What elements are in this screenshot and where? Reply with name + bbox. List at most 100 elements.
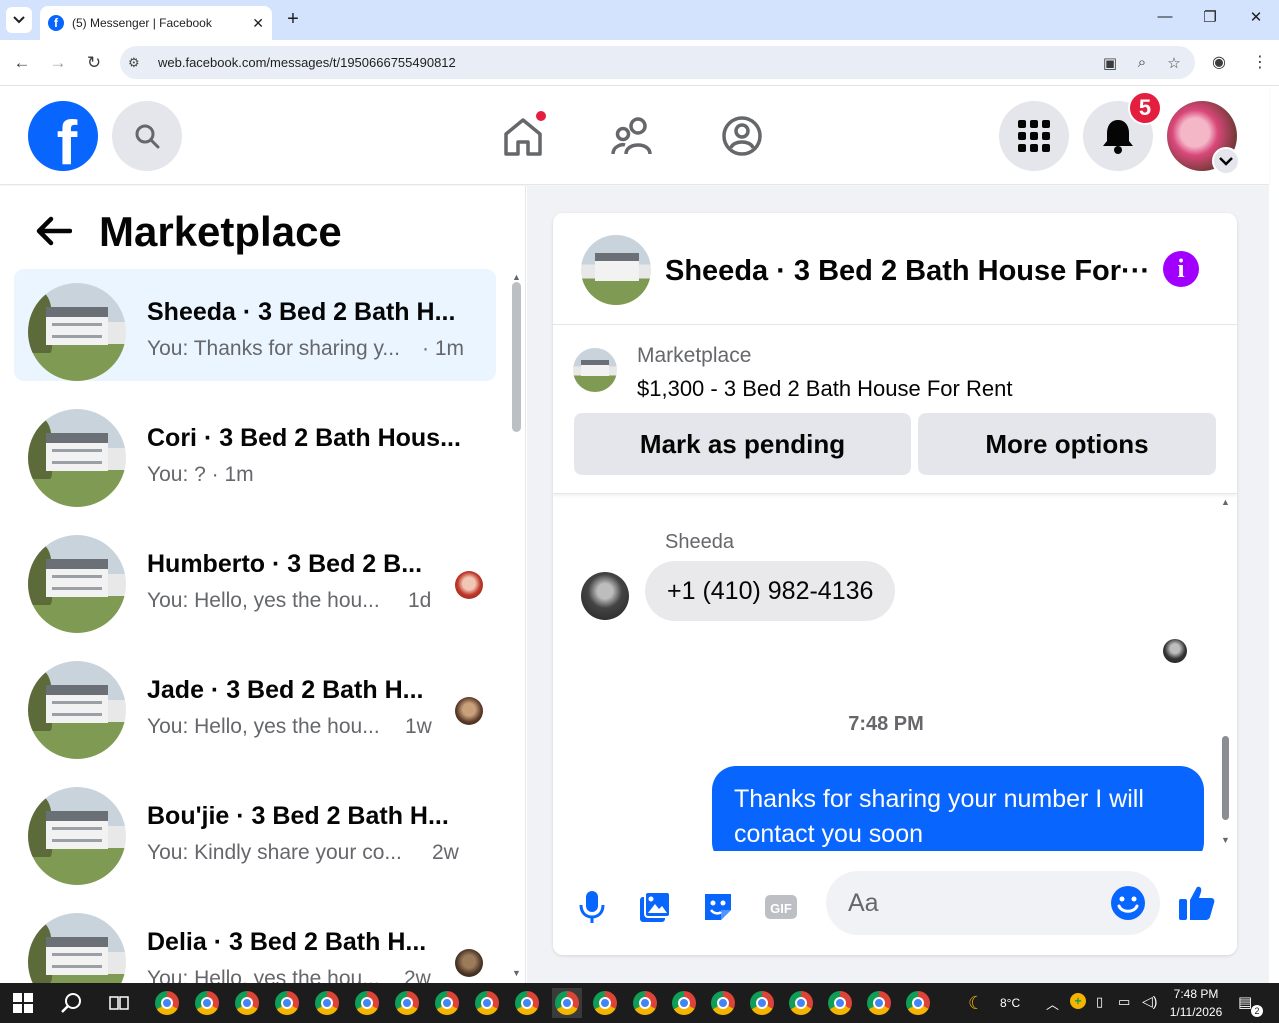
chrome-taskbar-icon[interactable] bbox=[786, 988, 816, 1018]
home-notification-dot bbox=[534, 109, 548, 123]
back-button[interactable]: ← bbox=[10, 51, 34, 75]
chrome-taskbar-icon[interactable] bbox=[352, 988, 382, 1018]
conversation-list-scrollbar[interactable] bbox=[512, 282, 521, 432]
chevron-up-icon[interactable]: ︿ bbox=[1046, 994, 1059, 1013]
chat-title[interactable]: Sheeda · 3 Bed 2 Bath House For··· bbox=[665, 255, 1150, 288]
reload-button[interactable]: ↻ bbox=[82, 51, 106, 75]
conversation-item[interactable]: Bou'jie · 3 Bed 2 Bath H... You: Kindly … bbox=[14, 773, 496, 885]
listing-title[interactable]: $1,300 - 3 Bed 2 Bath House For Rent bbox=[637, 376, 1012, 402]
chrome-taskbar-icon[interactable] bbox=[272, 988, 302, 1018]
chrome-taskbar-icon[interactable] bbox=[903, 988, 933, 1018]
received-message[interactable]: +1 (410) 982-4136 bbox=[645, 561, 896, 621]
info-icon[interactable]: i bbox=[1163, 251, 1199, 287]
back-arrow-button[interactable] bbox=[36, 216, 76, 252]
chrome-taskbar-icon[interactable] bbox=[708, 988, 738, 1018]
bell-icon bbox=[1103, 120, 1133, 154]
sticker-icon bbox=[705, 894, 731, 920]
address-bar[interactable]: ⚙ web.facebook.com/messages/t/1950666755… bbox=[120, 46, 1195, 79]
conversation-item[interactable]: Jade · 3 Bed 2 Bath H... You: Hello, yes… bbox=[14, 647, 496, 759]
clock-date[interactable]: 1/11/2026 bbox=[1166, 1005, 1226, 1019]
taskbar-search-button[interactable] bbox=[56, 988, 86, 1018]
chrome-taskbar-icon[interactable] bbox=[472, 988, 502, 1018]
menu-button[interactable] bbox=[999, 101, 1069, 171]
minimize-button[interactable]: — bbox=[1153, 8, 1177, 25]
attach-photo-button[interactable] bbox=[635, 887, 675, 927]
search-button[interactable] bbox=[112, 101, 182, 171]
scroll-down-arrow[interactable]: ▼ bbox=[1221, 835, 1230, 845]
weather-temperature[interactable]: 8°C bbox=[1000, 996, 1020, 1010]
device-icon[interactable]: ▯ bbox=[1096, 994, 1103, 1010]
scroll-up-arrow[interactable]: ▲ bbox=[1221, 497, 1230, 507]
sender-avatar[interactable] bbox=[581, 572, 629, 620]
tray-app-icon[interactable]: + bbox=[1070, 993, 1086, 1009]
chrome-taskbar-icon[interactable] bbox=[669, 988, 699, 1018]
task-view-button[interactable] bbox=[104, 988, 134, 1018]
listing-thumbnail bbox=[28, 913, 126, 983]
home-nav-button[interactable] bbox=[500, 109, 548, 159]
install-app-icon[interactable]: ▣ bbox=[1099, 54, 1121, 72]
chrome-taskbar-icon[interactable] bbox=[747, 988, 777, 1018]
groups-nav-button[interactable] bbox=[719, 113, 765, 159]
new-tab-button[interactable]: + bbox=[282, 8, 304, 30]
listing-thumbnail[interactable] bbox=[573, 348, 617, 392]
chrome-taskbar-icon[interactable] bbox=[392, 988, 422, 1018]
network-icon[interactable]: ▭ bbox=[1118, 994, 1130, 1010]
restore-button[interactable]: ❐ bbox=[1198, 8, 1222, 26]
conversation-name: Sheeda · 3 Bed 2 Bath H... bbox=[147, 298, 456, 326]
chrome-taskbar-icon[interactable] bbox=[512, 988, 542, 1018]
more-options-button[interactable]: More options bbox=[918, 413, 1216, 475]
profile-icon[interactable]: ◉ bbox=[1212, 52, 1226, 72]
page-title: Marketplace bbox=[99, 208, 342, 255]
clock-time[interactable]: 7:48 PM bbox=[1166, 987, 1226, 1001]
conversation-preview: You: Hello, yes the hou... bbox=[147, 589, 380, 612]
send-like-button[interactable] bbox=[1177, 883, 1217, 923]
forward-button[interactable]: → bbox=[46, 51, 70, 75]
chrome-taskbar-icon[interactable] bbox=[232, 988, 262, 1018]
account-menu-button[interactable] bbox=[1212, 147, 1240, 175]
chrome-taskbar-icon[interactable] bbox=[432, 988, 462, 1018]
chrome-taskbar-icon[interactable] bbox=[864, 988, 894, 1018]
chat-window: Sheeda · 3 Bed 2 Bath House For··· i Mar… bbox=[553, 213, 1237, 955]
conversation-preview: You: Thanks for sharing y... bbox=[147, 337, 400, 360]
chrome-taskbar-icon-active[interactable] bbox=[552, 988, 582, 1018]
conversation-item[interactable]: Sheeda · 3 Bed 2 Bath H... You: Thanks f… bbox=[14, 269, 496, 381]
browser-menu-icon[interactable]: ⋮ bbox=[1252, 52, 1268, 72]
emoji-button[interactable] bbox=[1110, 885, 1146, 921]
volume-icon[interactable]: ◁) bbox=[1142, 993, 1157, 1010]
tab-search-button[interactable] bbox=[6, 7, 32, 33]
listing-thumbnail bbox=[28, 787, 126, 885]
gif-button[interactable]: GIF bbox=[761, 887, 801, 927]
chrome-taskbar-icon[interactable] bbox=[312, 988, 342, 1018]
conversation-item[interactable]: Delia · 3 Bed 2 Bath H... You: Hello, ye… bbox=[14, 899, 496, 983]
listing-source: Marketplace bbox=[637, 344, 752, 367]
chat-avatar[interactable] bbox=[581, 235, 651, 305]
chrome-taskbar-icon[interactable] bbox=[152, 988, 182, 1018]
messages-scrollbar[interactable] bbox=[1222, 736, 1229, 820]
notification-center-icon[interactable]: ▤ bbox=[1238, 993, 1252, 1011]
scroll-down-arrow[interactable]: ▼ bbox=[512, 968, 521, 978]
chrome-taskbar-icon[interactable] bbox=[825, 988, 855, 1018]
chrome-taskbar-icon[interactable] bbox=[192, 988, 222, 1018]
voice-clip-button[interactable] bbox=[572, 887, 612, 927]
conversation-preview: You: Hello, yes the hou... bbox=[147, 967, 380, 983]
site-settings-icon[interactable]: ⚙ bbox=[128, 55, 148, 71]
search-icon bbox=[61, 993, 81, 1013]
conversation-item[interactable]: Humberto · 3 Bed 2 B... You: Hello, yes … bbox=[14, 521, 496, 633]
facebook-logo-icon[interactable]: f bbox=[28, 101, 98, 171]
browser-tab[interactable]: f (5) Messenger | Facebook ✕ bbox=[40, 6, 272, 40]
chat-header: Sheeda · 3 Bed 2 Bath House For··· i bbox=[553, 213, 1237, 325]
mark-as-pending-button[interactable]: Mark as pending bbox=[574, 413, 911, 475]
close-window-button[interactable]: ✕ bbox=[1244, 8, 1268, 26]
conversation-item[interactable]: Cori · 3 Bed 2 Bath Hous... You: ? · 1m bbox=[14, 395, 496, 507]
sticker-button[interactable] bbox=[698, 887, 738, 927]
bookmark-star-icon[interactable]: ☆ bbox=[1163, 54, 1185, 72]
friends-nav-button[interactable] bbox=[610, 113, 656, 159]
conversation-time: 1d bbox=[408, 589, 432, 612]
chrome-taskbar-icon[interactable] bbox=[630, 988, 660, 1018]
zoom-icon[interactable]: ⌕ bbox=[1131, 54, 1153, 71]
chrome-taskbar-icon[interactable] bbox=[590, 988, 620, 1018]
url-text[interactable]: web.facebook.com/messages/t/195066675549… bbox=[158, 55, 1099, 70]
tab-close-icon[interactable]: ✕ bbox=[252, 15, 264, 32]
start-button[interactable] bbox=[8, 988, 38, 1018]
scroll-up-arrow[interactable]: ▲ bbox=[512, 272, 521, 282]
